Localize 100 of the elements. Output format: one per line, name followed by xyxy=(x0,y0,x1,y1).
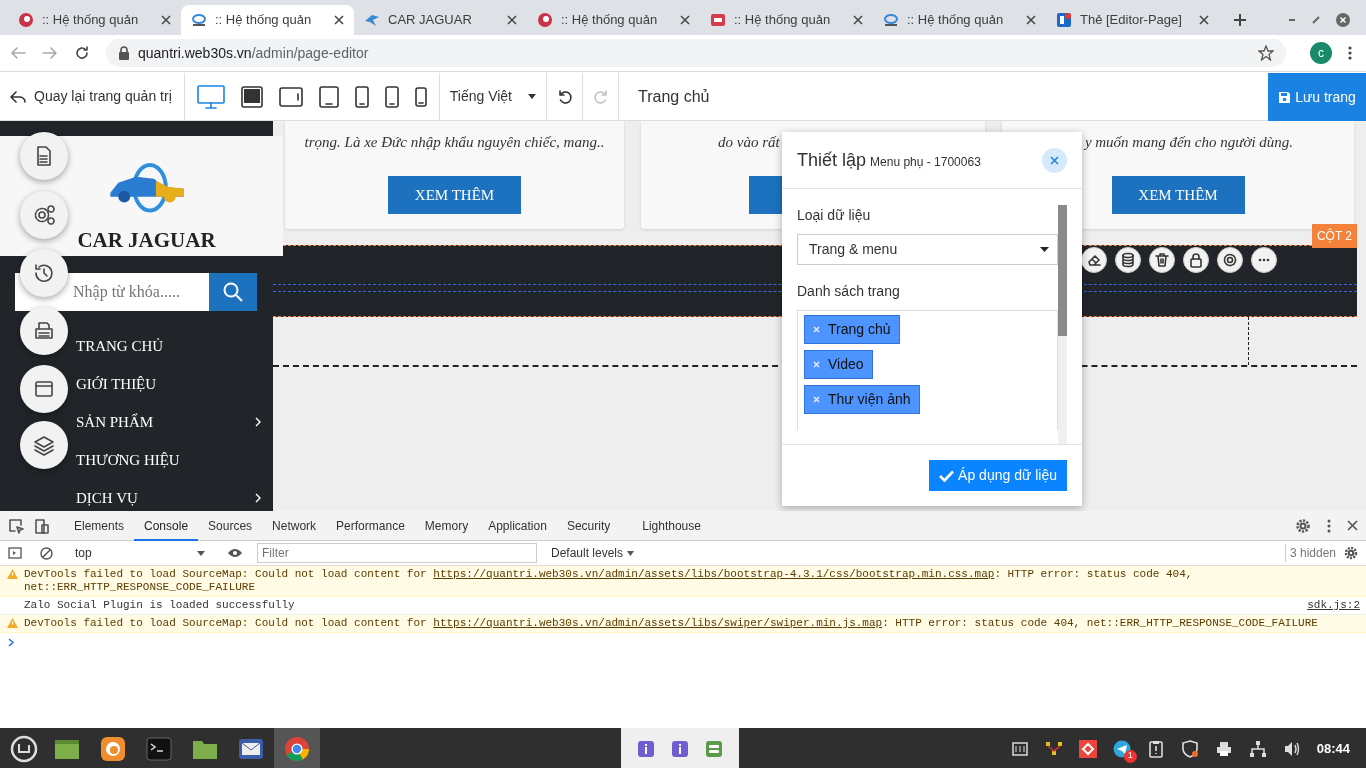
keyboard-icon[interactable] xyxy=(1010,739,1029,758)
database-button[interactable] xyxy=(1115,247,1141,273)
phone-icon[interactable] xyxy=(354,85,369,108)
menu-item[interactable]: SẢN PHẨM xyxy=(0,403,273,441)
clear-icon[interactable] xyxy=(40,546,53,560)
toggle-icon[interactable] xyxy=(705,739,723,758)
menu-item[interactable]: THƯƠNG HIỆU xyxy=(0,441,273,479)
logo-icon xyxy=(191,12,207,28)
tablet-icon[interactable] xyxy=(278,86,303,107)
tag[interactable]: Trang chủ xyxy=(804,315,900,344)
tag-input[interactable]: Trang chủ Video Thư viện ảnh xyxy=(797,310,1058,430)
prompt-icon[interactable] xyxy=(8,638,14,647)
telegram-icon[interactable] xyxy=(1112,739,1131,758)
device-toolbar-icon[interactable] xyxy=(34,517,50,534)
settings-button[interactable] xyxy=(1217,247,1243,273)
close-icon[interactable] xyxy=(1347,520,1358,531)
info-icon[interactable] xyxy=(671,739,689,758)
browser-tab[interactable]: :: Hệ thống quản xyxy=(8,5,181,35)
eye-icon[interactable] xyxy=(227,548,243,558)
settings-icon[interactable] xyxy=(1295,517,1311,534)
desktop-icon[interactable] xyxy=(196,84,225,109)
levels-select[interactable]: Default levels xyxy=(551,544,635,562)
reload-icon[interactable] xyxy=(74,45,90,61)
column-label: CỘT 2 xyxy=(1311,224,1357,248)
devtools-tab[interactable]: Application xyxy=(478,510,557,541)
close-icon[interactable] xyxy=(1026,15,1036,25)
database-icon xyxy=(1120,252,1136,268)
badge-icon xyxy=(710,12,726,28)
caret-icon xyxy=(627,550,635,556)
menu-item[interactable]: DỊCH VỤ xyxy=(0,479,273,511)
network-icon[interactable] xyxy=(1248,739,1267,758)
browser-tab[interactable]: :: Hệ thống quản xyxy=(873,5,1046,35)
filter-field[interactable]: Filter xyxy=(257,543,537,563)
devtools-tab[interactable]: Console xyxy=(134,510,199,541)
menu-item[interactable]: GIỚI THIỆU xyxy=(0,365,273,403)
close-icon[interactable] xyxy=(680,15,690,25)
shield-icon[interactable] xyxy=(1180,739,1199,758)
tag[interactable]: Video xyxy=(804,350,873,379)
source-link[interactable]: https://quantri.web30s.vn/admin/assets/libs/swiper/swiper.min.js.map xyxy=(433,617,883,629)
more-icon[interactable] xyxy=(1348,45,1352,61)
context-select[interactable]: top xyxy=(71,544,209,562)
close-icon[interactable] xyxy=(853,15,863,25)
save-button[interactable]: Lưu trang xyxy=(1268,73,1366,121)
scrollbar-thumb[interactable] xyxy=(1058,205,1067,336)
devtools-tab[interactable]: Performance xyxy=(326,510,415,541)
star-icon[interactable] xyxy=(1258,45,1274,61)
phone-icon[interactable] xyxy=(384,85,399,108)
new-tab-icon[interactable] xyxy=(1233,13,1247,27)
back-link[interactable]: Quay lại trang quản trị xyxy=(10,86,172,107)
undo-icon[interactable] xyxy=(556,88,573,105)
search-button[interactable] xyxy=(209,273,257,311)
network-tool-icon[interactable] xyxy=(1044,739,1063,758)
tablet-icon[interactable] xyxy=(240,85,263,108)
info-icon[interactable] xyxy=(637,739,655,758)
phone-icon[interactable] xyxy=(414,86,427,107)
apply-button[interactable]: Áp dụng dữ liệu xyxy=(929,460,1067,491)
read-more-button[interactable]: XEM THÊM xyxy=(388,176,521,214)
language-select[interactable]: Tiếng Việt xyxy=(439,86,546,107)
devtools-tab[interactable]: Security xyxy=(556,510,621,541)
warning-icon xyxy=(7,569,18,579)
close-icon[interactable] xyxy=(1336,13,1350,27)
devtools-tab[interactable]: Elements xyxy=(64,510,135,541)
more-icon[interactable] xyxy=(1327,518,1331,533)
settings-icon[interactable] xyxy=(1344,546,1358,560)
source-link[interactable]: https://quantri.web30s.vn/admin/assets/libs/bootstrap-4.3.1/css/bootstrap.min.css.map xyxy=(433,568,995,580)
close-button[interactable] xyxy=(1042,147,1067,173)
menu-item[interactable]: TRANG CHỦ xyxy=(0,327,273,365)
lock-button[interactable] xyxy=(1183,247,1209,273)
devtools-tab[interactable]: Network xyxy=(262,510,327,541)
browser-tab[interactable]: :: Hệ thống quản xyxy=(527,5,700,35)
devtools-tab[interactable]: Sources xyxy=(198,510,263,541)
close-icon[interactable] xyxy=(1199,15,1209,25)
close-icon[interactable] xyxy=(161,15,171,25)
browser-tab[interactable]: :: Hệ thống quản xyxy=(181,5,354,35)
devtools-tab[interactable]: Lighthouse xyxy=(632,510,711,541)
sidebar-toggle-icon[interactable] xyxy=(8,547,22,559)
source-link[interactable]: sdk.js:2 xyxy=(1307,599,1360,612)
browser-tab[interactable]: :: Hệ thống quản xyxy=(700,5,873,35)
close-icon[interactable] xyxy=(507,15,517,25)
inspect-icon[interactable] xyxy=(8,517,24,534)
minimize-icon[interactable] xyxy=(1288,16,1296,24)
trash-button[interactable] xyxy=(1149,247,1175,273)
tablet-icon[interactable] xyxy=(318,85,339,108)
settings-icon xyxy=(1222,252,1238,268)
clipboard-icon[interactable] xyxy=(1146,739,1165,758)
tag[interactable]: Thư viện ảnh xyxy=(804,385,920,414)
eraser-button[interactable] xyxy=(1081,247,1107,273)
profile-avatar[interactable]: c xyxy=(1310,42,1332,64)
read-more-button[interactable]: XEM THÊM xyxy=(1111,176,1245,214)
browser-tab[interactable]: Thẻ [Editor-Page] xyxy=(1046,5,1219,35)
browser-tab[interactable]: CAR JAGUAR xyxy=(354,5,527,35)
data-type-select[interactable]: Trang & menu xyxy=(797,234,1058,265)
address-bar[interactable]: quantri.web30s.vn/admin/page-editor xyxy=(106,39,1286,67)
anydesk-icon[interactable] xyxy=(1078,739,1097,758)
more-button[interactable] xyxy=(1251,247,1277,273)
bird-icon xyxy=(364,12,380,28)
printer-icon[interactable] xyxy=(1214,739,1233,758)
restore-icon[interactable] xyxy=(1312,16,1320,24)
close-icon[interactable] xyxy=(334,15,344,25)
devtools-tab[interactable]: Memory xyxy=(414,510,479,541)
